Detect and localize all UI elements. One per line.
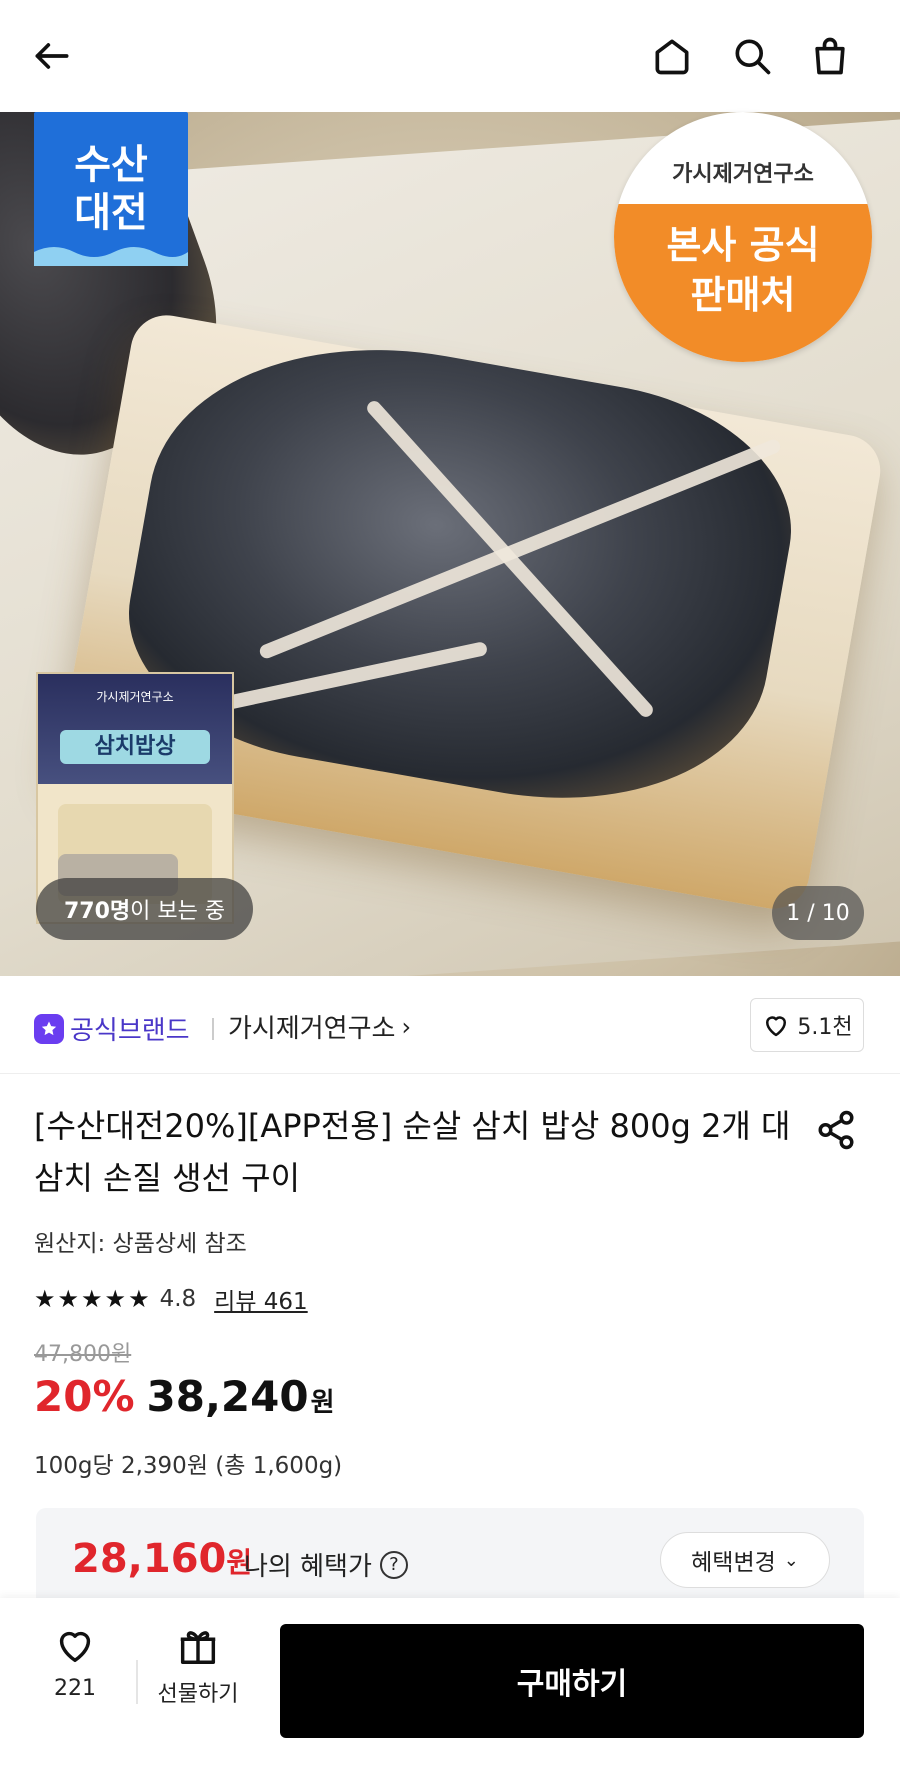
brand-link[interactable]: 가시제거연구소 › bbox=[228, 1008, 411, 1045]
star-badge-icon bbox=[34, 1013, 64, 1044]
brand-row: 공식브랜드 가시제거연구소 › 5.1천 bbox=[0, 976, 900, 1074]
gift-label: 선물하기 bbox=[157, 1682, 239, 1707]
unit-price: 100g당 2,390원 (총 1,600g) bbox=[34, 1453, 343, 1479]
share-icon bbox=[818, 1110, 854, 1150]
official-brand-badge: 공식브랜드 bbox=[34, 1010, 190, 1047]
bottom-action-bar: 221 선물하기 구매하기 bbox=[0, 1598, 900, 1767]
review-link[interactable]: 리뷰 461 bbox=[214, 1282, 308, 1316]
viewers-pill: 770명 이 보는 중 bbox=[36, 878, 254, 940]
badge-right-line2: 판매처 bbox=[690, 273, 796, 317]
benefit-label: 나의 혜택가 bbox=[244, 1552, 372, 1582]
product-title: [수산대전20%][APP전용] 순살 삼치 밥상 800g 2개 대삼치 손질… bbox=[34, 1107, 791, 1197]
badge-left-line1: 수산 bbox=[74, 142, 148, 188]
image-pager: 1 / 10 bbox=[772, 886, 864, 940]
benefit-price-value: 28,160 bbox=[72, 1536, 227, 1582]
home-button[interactable] bbox=[640, 24, 704, 88]
gift-icon bbox=[180, 1631, 216, 1664]
chevron-right-icon: › bbox=[401, 1012, 412, 1041]
price-row: 20% 38,240 원 bbox=[34, 1372, 335, 1421]
change-benefit-button[interactable]: 혜택변경 ⌄ bbox=[660, 1532, 830, 1588]
wave-icon bbox=[34, 247, 188, 266]
brand-like-button[interactable]: 5.1천 bbox=[750, 998, 864, 1052]
divider bbox=[212, 1018, 214, 1040]
sea-festival-badge: 수산 대전 bbox=[34, 112, 188, 266]
viewers-suffix: 이 보는 중 bbox=[130, 899, 226, 924]
heart-icon bbox=[59, 1631, 91, 1663]
home-icon bbox=[655, 39, 689, 75]
original-price: 47,800원 bbox=[34, 1342, 132, 1367]
wishlist-count: 221 bbox=[54, 1676, 96, 1701]
package-title: 삼치밥상 bbox=[60, 730, 210, 764]
search-icon bbox=[735, 39, 771, 75]
change-benefit-label: 혜택변경 bbox=[691, 1550, 776, 1576]
official-seller-badge: 가시제거연구소 본사 공식 판매처 bbox=[614, 112, 872, 362]
benefit-price: 28,160원 bbox=[72, 1536, 252, 1582]
divider bbox=[136, 1660, 138, 1704]
currency-unit: 원 bbox=[310, 1388, 335, 1418]
origin-text: 원산지: 상품상세 참조 bbox=[34, 1231, 247, 1257]
top-bar bbox=[0, 0, 900, 112]
back-button[interactable] bbox=[20, 24, 84, 88]
star-rating-icon: ★★★★★ bbox=[34, 1285, 152, 1313]
search-button[interactable] bbox=[720, 24, 784, 88]
sale-price: 38,240 bbox=[146, 1372, 309, 1421]
shopping-bag-icon bbox=[815, 37, 845, 75]
buy-button[interactable]: 구매하기 bbox=[280, 1624, 864, 1738]
viewers-count: 770명 bbox=[64, 899, 131, 924]
gift-button[interactable]: 선물하기 bbox=[150, 1622, 246, 1708]
package-brand: 가시제거연구소 bbox=[96, 690, 174, 704]
heart-icon bbox=[766, 1016, 787, 1037]
help-icon[interactable]: ? bbox=[379, 1550, 408, 1579]
official-brand-label: 공식브랜드 bbox=[70, 1016, 190, 1046]
badge-right-line1: 본사 공식 bbox=[666, 223, 820, 267]
rating-value: 4.8 bbox=[159, 1286, 197, 1312]
cart-button[interactable] bbox=[798, 24, 862, 88]
benefit-label-row: 나의 혜택가 ? bbox=[244, 1546, 408, 1583]
share-button[interactable] bbox=[806, 1100, 866, 1160]
chevron-down-icon: ⌄ bbox=[783, 1549, 799, 1571]
arrow-left-icon bbox=[35, 43, 69, 69]
rating-row: ★★★★★ 4.8 리뷰 461 bbox=[34, 1282, 308, 1316]
brand-name: 가시제거연구소 bbox=[228, 1014, 396, 1044]
brand-like-count: 5.1천 bbox=[797, 1015, 853, 1040]
wishlist-button[interactable]: 221 bbox=[40, 1622, 110, 1701]
discount-rate: 20% bbox=[34, 1372, 135, 1421]
badge-right-brand: 가시제거연구소 bbox=[672, 162, 814, 187]
badge-left-line2: 대전 bbox=[74, 190, 148, 236]
